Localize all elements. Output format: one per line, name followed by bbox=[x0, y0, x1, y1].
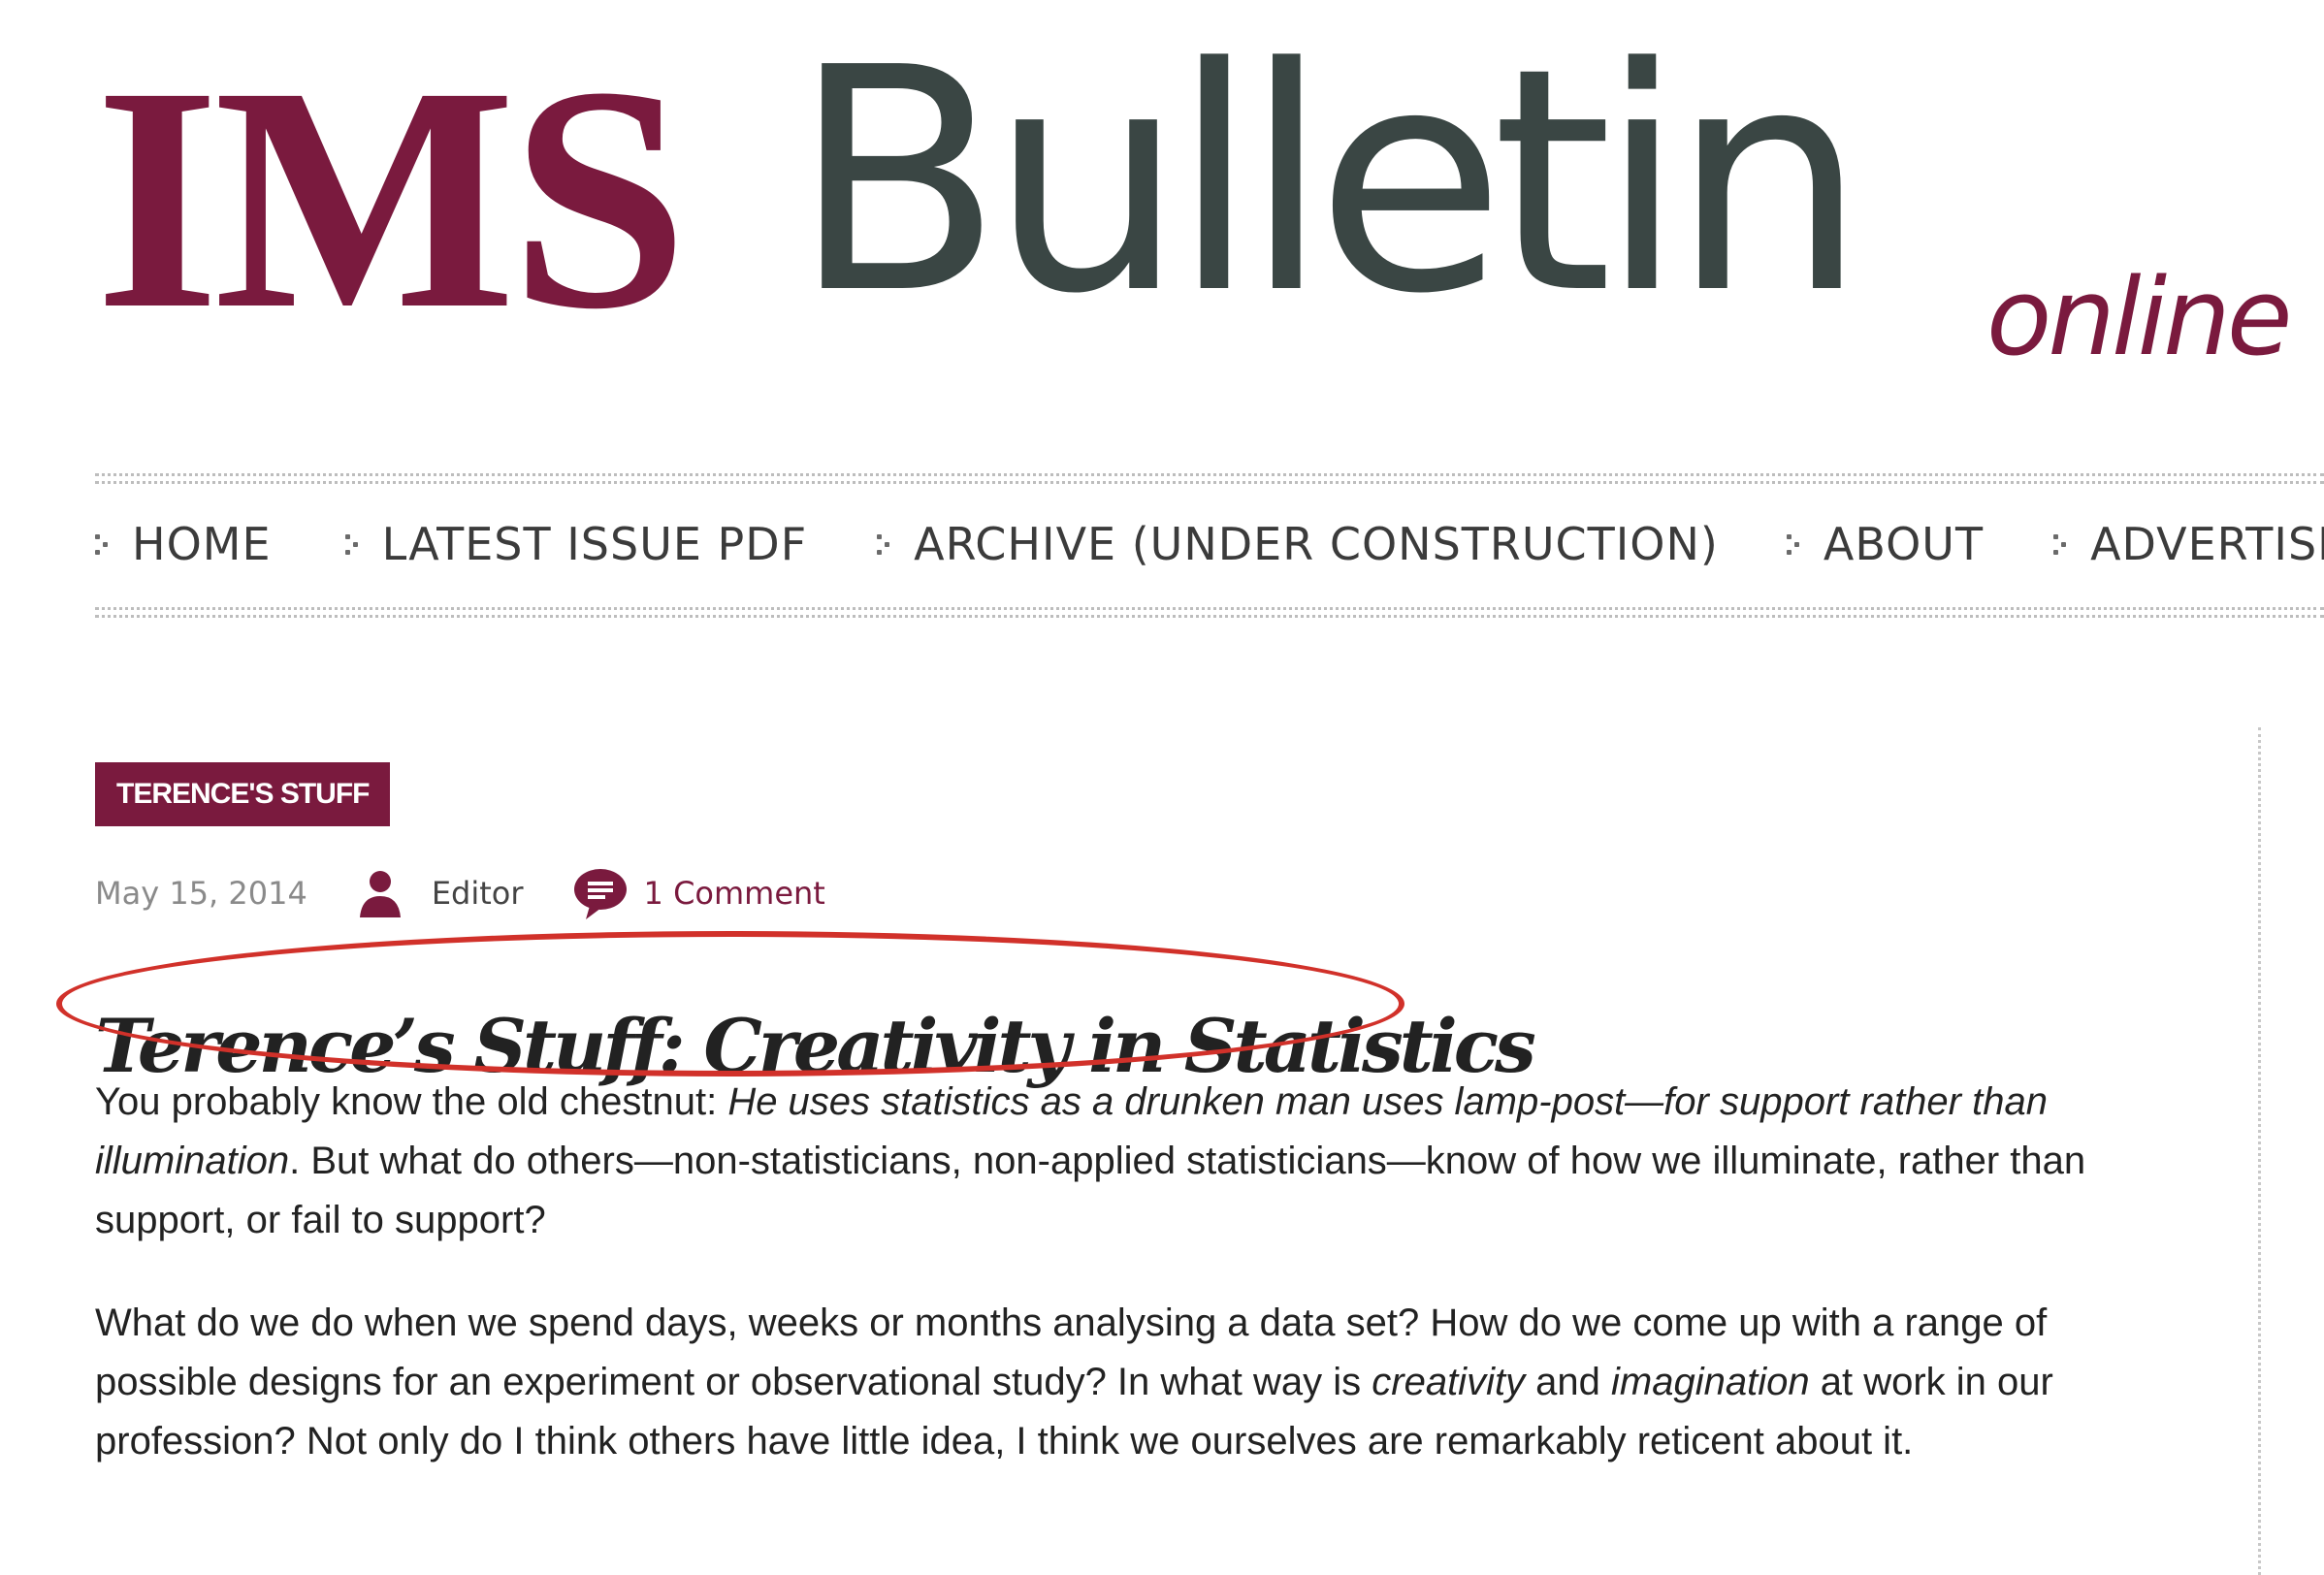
user-icon bbox=[359, 871, 401, 917]
post-comments-link[interactable]: 1 Comment bbox=[644, 875, 825, 912]
nav-divider-top-2 bbox=[95, 481, 2324, 484]
paragraph-text: You probably know the old chestnut: bbox=[95, 1080, 728, 1123]
post-paragraph-2: What do we do when we spend days, weeks … bbox=[95, 1294, 2180, 1471]
main-nav: HOME LATEST ISSUE PDF ARCHIVE (UNDER CON… bbox=[95, 512, 2324, 576]
nav-item-label: ARCHIVE (UNDER CONSTRUCTION) bbox=[914, 518, 1719, 570]
nav-item-label: LATEST ISSUE PDF bbox=[381, 518, 808, 570]
logo-ims-text: IMS bbox=[95, 21, 688, 375]
nav-item-archive[interactable]: ARCHIVE (UNDER CONSTRUCTION) bbox=[877, 518, 1719, 570]
category-badge[interactable]: TERENCE'S STUFF bbox=[95, 762, 391, 826]
site-logo[interactable]: IMS Bulletin online bbox=[95, 21, 2293, 388]
nav-arrow-icon bbox=[877, 532, 898, 556]
nav-arrow-icon bbox=[2053, 532, 2075, 556]
post-date: May 15, 2014 bbox=[95, 875, 307, 912]
nav-arrow-icon bbox=[95, 532, 116, 556]
nav-arrow-icon bbox=[344, 532, 367, 556]
nav-item-label: ADVERTISE bbox=[2090, 518, 2324, 570]
emphasis-text: creativity bbox=[1372, 1361, 1526, 1403]
emphasis-text: imagination bbox=[1611, 1361, 1810, 1403]
nav-item-about[interactable]: ABOUT bbox=[1786, 518, 1985, 570]
post-paragraph-1: You probably know the old chestnut: He u… bbox=[95, 1073, 2180, 1250]
sidebar-divider bbox=[2258, 727, 2261, 1575]
nav-divider-bottom bbox=[95, 607, 2324, 610]
post-meta: May 15, 2014 Editor 1 Comment bbox=[95, 865, 825, 921]
logo-online-text: online bbox=[1986, 255, 2293, 379]
logo-bulletin-text: Bulletin bbox=[791, 2, 1867, 361]
nav-item-home[interactable]: HOME bbox=[95, 518, 272, 570]
nav-item-label: HOME bbox=[132, 518, 272, 570]
nav-arrow-icon bbox=[1786, 532, 1808, 556]
nav-item-advertise[interactable]: ADVERTISE bbox=[2053, 518, 2324, 570]
nav-divider-bottom-2 bbox=[95, 615, 2324, 618]
nav-divider-top bbox=[95, 473, 2324, 476]
comment-bubble-icon bbox=[573, 869, 627, 919]
nav-item-latest-issue-pdf[interactable]: LATEST ISSUE PDF bbox=[344, 518, 808, 570]
paragraph-text: and bbox=[1525, 1361, 1612, 1403]
post-author-link[interactable]: Editor bbox=[432, 875, 524, 912]
nav-item-label: ABOUT bbox=[1823, 518, 1985, 570]
paragraph-text: . But what do others—non-statisticians, … bbox=[95, 1140, 2086, 1241]
